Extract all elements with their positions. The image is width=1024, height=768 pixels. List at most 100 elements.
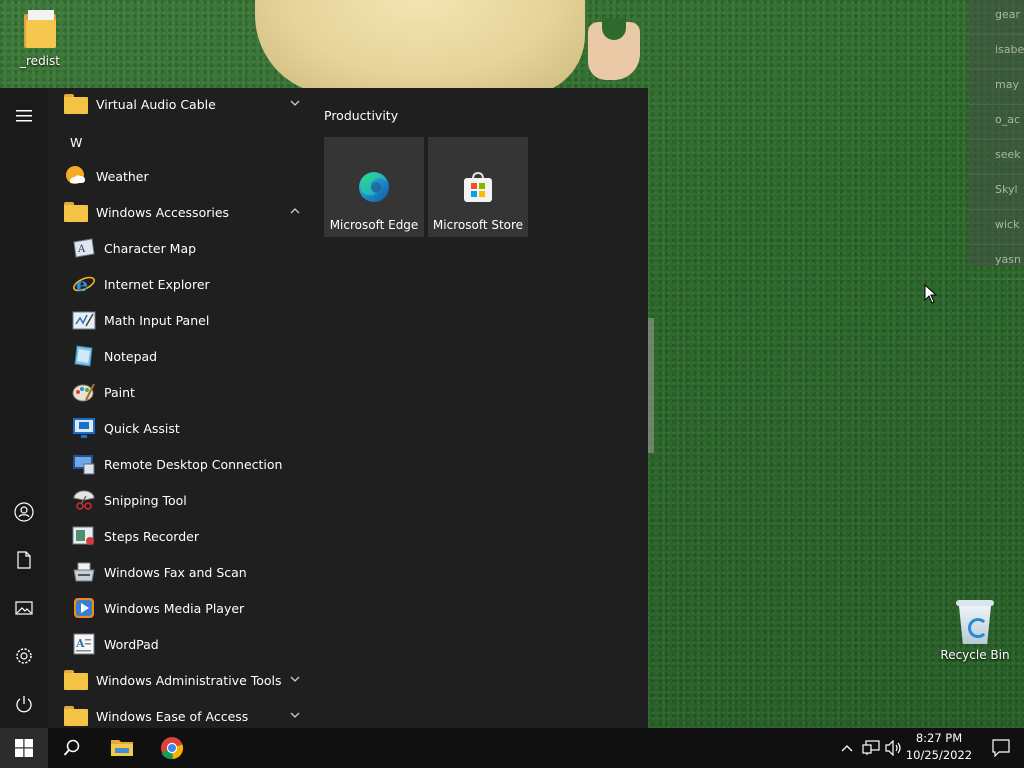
chevron-down-icon <box>290 712 300 718</box>
math-input-panel-icon <box>72 311 96 330</box>
store-icon <box>464 171 492 202</box>
tiles-area: Productivity Microsoft Edge Microsoft St… <box>308 88 648 728</box>
mouse-cursor-icon <box>924 284 938 304</box>
app-remote-desktop-connection[interactable]: Remote Desktop Connection <box>48 446 308 482</box>
background-list-item: seek <box>969 140 1024 175</box>
app-label: WordPad <box>104 636 159 652</box>
pictures-icon <box>15 601 33 615</box>
app-label: Windows Media Player <box>104 600 245 616</box>
show-hidden-icons-button[interactable] <box>838 728 856 768</box>
search-button[interactable] <box>48 728 96 768</box>
app-quick-assist[interactable]: Quick Assist <box>48 410 308 446</box>
file-explorer-icon <box>111 740 133 756</box>
clock[interactable]: 8:27 PM 10/25/2022 <box>904 730 974 764</box>
chrome-button[interactable] <box>148 728 196 768</box>
desktop-icon-redist[interactable]: _redist <box>12 10 68 68</box>
internet-explorer-icon: e <box>73 274 95 296</box>
media-player-icon <box>74 598 94 618</box>
app-label: Snipping Tool <box>104 492 187 508</box>
documents-button[interactable] <box>0 536 48 584</box>
fax-scan-icon <box>73 562 95 582</box>
app-folder-windows-ease-of-access[interactable]: Windows Ease of Access <box>48 698 308 728</box>
background-list-item: Skyl <box>969 175 1024 210</box>
network-button[interactable] <box>860 728 882 768</box>
expand-menu-button[interactable] <box>0 92 48 140</box>
edge-icon <box>359 172 389 202</box>
app-label: Virtual Audio Cable <box>96 96 216 112</box>
app-list: Virtual Audio Cable W Weather Windows Ac… <box>48 88 308 728</box>
letter-header-w[interactable]: W <box>70 131 100 155</box>
tile-label: Microsoft Edge <box>329 218 419 232</box>
background-list-item: isabe <box>969 35 1024 70</box>
power-icon <box>16 696 32 713</box>
start-menu: Virtual Audio Cable W Weather Windows Ac… <box>0 88 654 728</box>
paint-icon <box>72 383 95 402</box>
chevron-down-icon <box>290 100 300 106</box>
wallpaper-character-hair <box>255 0 585 95</box>
svg-text:e: e <box>76 274 88 296</box>
app-label: Quick Assist <box>104 420 180 436</box>
app-windows-fax-and-scan[interactable]: Windows Fax and Scan <box>48 554 308 590</box>
app-folder-windows-accessories[interactable]: Windows Accessories <box>48 194 308 230</box>
background-window-list: gear isabe may o_ac seek Skyl wick yasn <box>969 0 1024 280</box>
app-label: Internet Explorer <box>104 276 210 292</box>
background-list-item: wick <box>969 210 1024 245</box>
search-icon <box>63 739 80 756</box>
app-folder-windows-administrative-tools[interactable]: Windows Administrative Tools <box>48 662 308 698</box>
app-label: Remote Desktop Connection <box>104 456 283 472</box>
svg-text:A: A <box>75 637 85 650</box>
tile-label: Microsoft Store <box>432 218 524 232</box>
action-center-button[interactable] <box>978 728 1024 768</box>
chevron-up-icon <box>841 745 853 752</box>
hamburger-icon <box>16 110 32 122</box>
app-windows-media-player[interactable]: Windows Media Player <box>48 590 308 626</box>
app-label: Windows Ease of Access <box>96 708 249 724</box>
file-explorer-button[interactable] <box>98 728 146 768</box>
tile-group-title[interactable]: Productivity <box>324 108 398 123</box>
app-label: Character Map <box>104 240 197 256</box>
background-list-item: o_ac <box>969 105 1024 140</box>
volume-button[interactable] <box>884 728 904 768</box>
recycle-bin-icon <box>956 600 994 644</box>
app-notepad[interactable]: Notepad <box>48 338 308 374</box>
app-label: Notepad <box>104 348 158 364</box>
app-label: Windows Accessories <box>96 204 230 220</box>
remote-desktop-icon <box>73 455 95 475</box>
volume-icon <box>885 740 901 756</box>
app-paint[interactable]: Paint <box>48 374 308 410</box>
app-wordpad[interactable]: A WordPad <box>48 626 308 662</box>
app-weather[interactable]: Weather <box>48 158 308 194</box>
desktop-icon-recycle-bin[interactable]: Recycle Bin <box>940 600 1010 662</box>
app-steps-recorder[interactable]: Steps Recorder <box>48 518 308 554</box>
chrome-icon <box>161 737 184 760</box>
app-snipping-tool[interactable]: Snipping Tool <box>48 482 308 518</box>
chevron-up-icon <box>290 208 300 214</box>
tile-microsoft-store[interactable]: Microsoft Store <box>428 137 528 237</box>
app-folder-virtual-audio-cable[interactable]: Virtual Audio Cable <box>48 88 308 122</box>
start-menu-scrollbar[interactable] <box>648 318 654 453</box>
app-label: Steps Recorder <box>104 528 199 544</box>
wordpad-icon: A <box>73 633 95 655</box>
user-icon <box>14 502 34 522</box>
tile-microsoft-edge[interactable]: Microsoft Edge <box>324 137 424 237</box>
folder-icon <box>64 94 88 114</box>
notifications-icon <box>992 739 1010 757</box>
snipping-tool-icon <box>73 490 95 510</box>
start-rail <box>0 88 48 728</box>
windows-logo-icon <box>15 739 33 757</box>
account-button[interactable] <box>0 488 48 536</box>
power-button[interactable] <box>0 680 48 728</box>
taskbar: 8:27 PM 10/25/2022 <box>0 728 1024 768</box>
app-character-map[interactable]: A Character Map <box>48 230 308 266</box>
pictures-button[interactable] <box>0 584 48 632</box>
app-internet-explorer[interactable]: e Internet Explorer <box>48 266 308 302</box>
quick-assist-icon <box>73 418 95 438</box>
steps-recorder-icon <box>72 526 94 545</box>
network-icon <box>862 740 880 755</box>
app-math-input-panel[interactable]: Math Input Panel <box>48 302 308 338</box>
clock-time: 8:27 PM <box>915 731 963 745</box>
start-button[interactable] <box>0 728 48 768</box>
settings-button[interactable] <box>0 632 48 680</box>
app-label: Paint <box>104 384 135 400</box>
svg-text:A: A <box>77 244 86 255</box>
